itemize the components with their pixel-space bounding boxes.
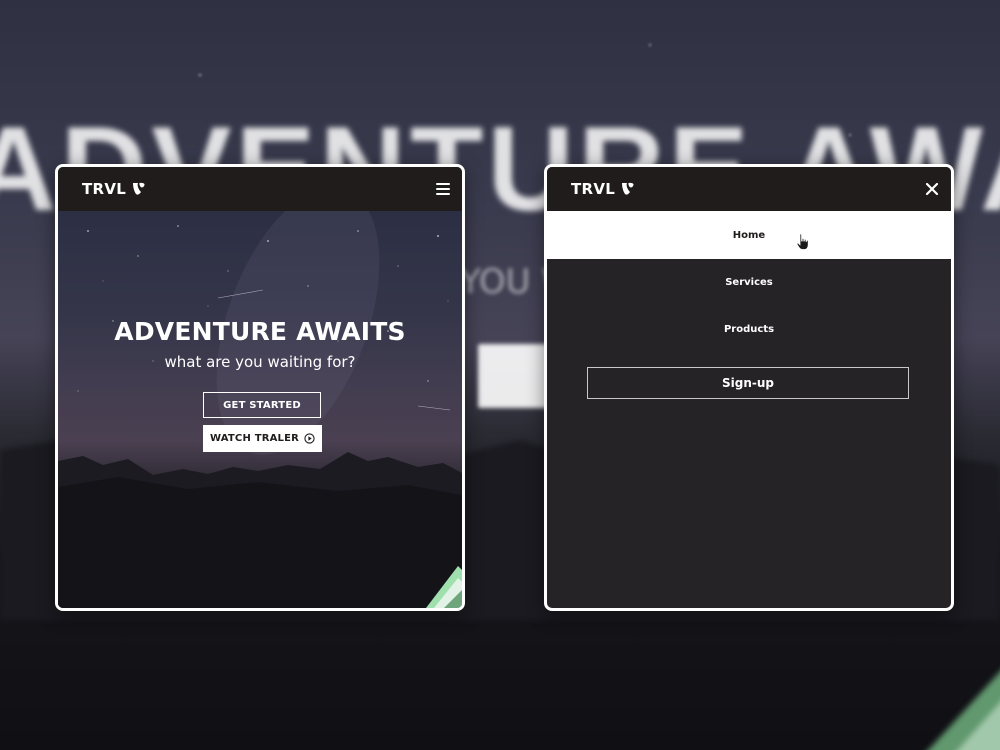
brand[interactable]: TRVL [82, 180, 145, 198]
header-bar: TRVL [58, 167, 462, 211]
watch-trailer-button[interactable]: WATCH TRALER [203, 425, 322, 452]
get-started-button[interactable]: GET STARTED [203, 392, 321, 418]
nav-item-services[interactable]: Services [547, 259, 951, 306]
hero-subtitle: what are you waiting for? [164, 353, 356, 371]
watch-trailer-label: WATCH TRALER [209, 433, 300, 444]
background-tent [928, 671, 1000, 750]
mobile-menu-screen: TRVL Home Services Products Sign-up [544, 164, 954, 611]
hero-title: ADVENTURE AWAITS [114, 317, 406, 346]
brand-name: TRVL [571, 180, 616, 198]
get-started-label: GET STARTED [223, 399, 301, 411]
tent-corner [426, 566, 462, 608]
nav-menu: Home Services Products [547, 211, 951, 353]
mobile-home-screen: TRVL ADVENTURE AWAITS what are you waiti… [55, 164, 465, 611]
play-circle-icon [304, 433, 315, 444]
nav-item-label: Products [723, 324, 775, 335]
nav-item-label: Home [732, 229, 766, 241]
signup-label: Sign-up [721, 376, 774, 390]
mountain-silhouette [58, 452, 462, 608]
close-icon[interactable] [925, 182, 939, 196]
brand-name: TRVL [82, 180, 127, 198]
header-bar: TRVL [547, 167, 951, 211]
hamburger-menu-icon[interactable] [436, 183, 450, 195]
typo3-logo-icon [622, 182, 634, 195]
typo3-logo-icon [133, 182, 145, 195]
hand-pointer-icon [796, 233, 809, 250]
brand[interactable]: TRVL [571, 180, 634, 198]
signup-button[interactable]: Sign-up [587, 367, 909, 399]
hero-section: ADVENTURE AWAITS what are you waiting fo… [58, 211, 462, 608]
nav-item-label: Services [725, 277, 773, 288]
nav-item-home[interactable]: Home [547, 211, 951, 259]
nav-item-products[interactable]: Products [547, 306, 951, 353]
